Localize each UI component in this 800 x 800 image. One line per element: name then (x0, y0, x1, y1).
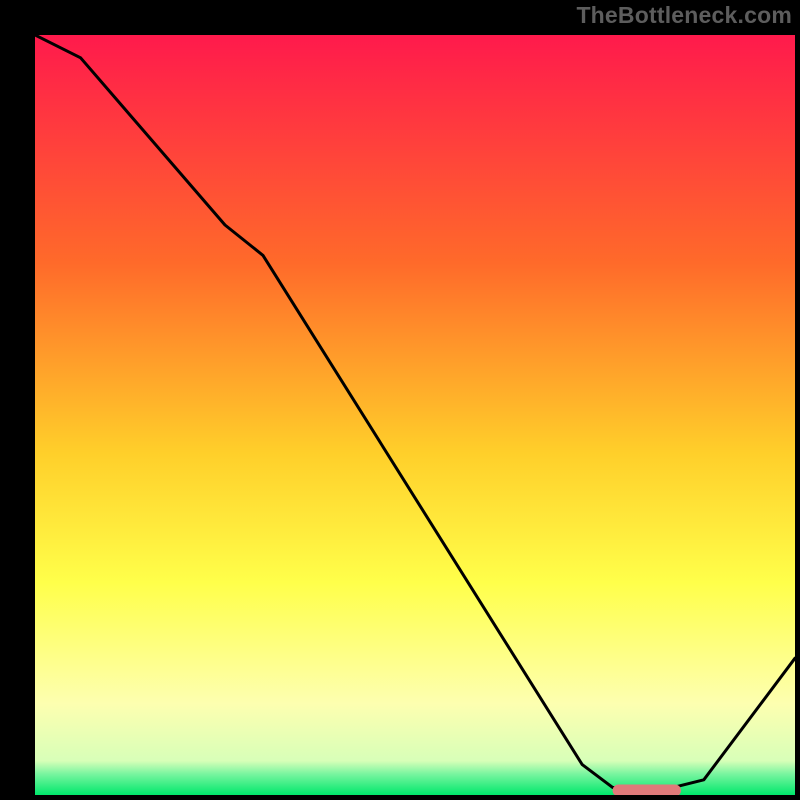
chart-frame: TheBottleneck.com (0, 0, 800, 800)
optimal-range-marker (613, 784, 681, 795)
plot-area (35, 35, 795, 795)
chart-svg (35, 35, 795, 795)
watermark-text: TheBottleneck.com (576, 2, 792, 29)
